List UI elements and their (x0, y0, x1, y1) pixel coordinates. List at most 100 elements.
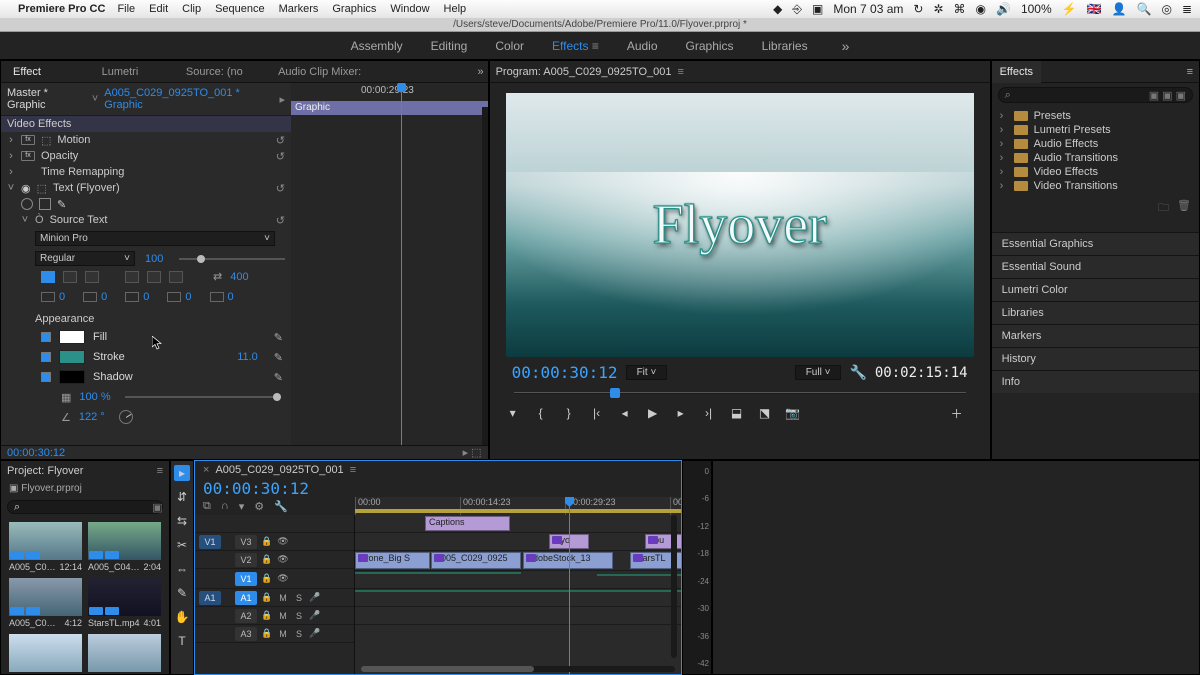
bin-item[interactable] (88, 634, 161, 672)
bin-item[interactable]: A005_C0…4:12 (9, 578, 82, 628)
reset-icon[interactable]: ↺ (276, 214, 285, 227)
menubar-extra-icon[interactable]: ◉ (976, 2, 986, 16)
target-v2[interactable]: V2 (235, 553, 257, 567)
workspace-libraries[interactable]: Libraries (762, 39, 808, 53)
fill-color-swatch[interactable] (59, 330, 85, 344)
timeline-hscrollbar[interactable] (361, 666, 675, 672)
shadow-color-swatch[interactable] (59, 370, 85, 384)
workspace-editing[interactable]: Editing (431, 39, 468, 53)
workspace-graphics[interactable]: Graphics (686, 39, 734, 53)
align-center-icon[interactable] (63, 271, 77, 283)
menu-window[interactable]: Window (390, 3, 429, 15)
clip-video[interactable]: A005_C029_0925 (431, 552, 521, 569)
battery-icon[interactable]: ⚡ (1062, 2, 1077, 16)
align-left-icon[interactable] (41, 271, 55, 283)
align-right-icon[interactable] (85, 271, 99, 283)
voiceover-icon[interactable]: 🎤 (309, 592, 321, 603)
workspace-assembly[interactable]: Assembly (351, 39, 403, 53)
sequence-tab[interactable]: A005_C029_0925TO_001 (215, 464, 343, 476)
panel-history[interactable]: History (992, 347, 1199, 370)
panel-lumetri-color[interactable]: Lumetri Color (992, 278, 1199, 301)
tab-audio-clip-mixer[interactable]: Audio Clip Mixer: A005_C029_0925TO_001 (270, 61, 471, 83)
panel-menu-icon[interactable]: ≡ (1187, 66, 1193, 78)
button-editor-icon[interactable]: ＋ (950, 406, 964, 420)
panel-info[interactable]: Info (992, 370, 1199, 393)
program-canvas[interactable]: Flyover (506, 93, 974, 357)
export-frame-icon[interactable]: 📷 (786, 406, 800, 420)
target-a3[interactable]: A3 (235, 627, 257, 641)
settings-wrench-icon[interactable]: 🔧 (849, 364, 866, 381)
bin-item[interactable]: StarsTL.mp44:01 (88, 578, 161, 628)
program-current-tc[interactable]: 00:00:30:12 (512, 363, 618, 382)
tool-pen[interactable]: ✎ (174, 585, 190, 601)
menu-graphics[interactable]: Graphics (332, 3, 376, 15)
metric-1[interactable]: 0 (59, 291, 65, 303)
tab-program[interactable]: Program: A005_C029_0925TO_001 (496, 66, 672, 78)
menu-markers[interactable]: Markers (279, 3, 319, 15)
eyedropper-icon[interactable]: ✎ (274, 371, 283, 384)
mask-pen-icon[interactable]: ✎ (57, 198, 66, 211)
go-to-out-icon[interactable]: ›| (702, 406, 716, 420)
reset-icon[interactable]: ↺ (276, 150, 285, 163)
tabs-overflow-icon[interactable]: » (477, 66, 483, 78)
menubar-clock[interactable]: Mon 7 03 am (833, 2, 903, 16)
lock-icon[interactable]: 🔒 (261, 536, 273, 547)
reset-icon[interactable]: ↺ (276, 134, 285, 147)
battery-percent[interactable]: 100% (1021, 2, 1052, 16)
sequence-clip-link[interactable]: A005_C029_0925TO_001 * Graphic (104, 87, 273, 111)
metric-3[interactable]: 0 (143, 291, 149, 303)
tracking-value[interactable]: 400 (230, 271, 248, 283)
shadow-opacity-value[interactable]: 100 % (79, 391, 110, 403)
lift-icon[interactable]: ⬓ (730, 406, 744, 420)
reset-icon[interactable]: ↺ (276, 182, 285, 195)
ec-mini-timeline[interactable]: 00:00:29:23 Graphic (291, 83, 488, 459)
project-search-input[interactable] (20, 502, 152, 513)
target-a1[interactable]: A1 (235, 591, 257, 605)
resolution-select[interactable]: Full ˅ (795, 365, 842, 380)
user-icon[interactable]: 👤 (1112, 2, 1127, 16)
clip-video[interactable]: AdobeStock_13 (523, 552, 613, 569)
clip-video[interactable]: Drone_Big S (355, 552, 430, 569)
tool-selection[interactable]: ▸ (174, 465, 190, 481)
spotlight-icon[interactable]: 🔍 (1137, 2, 1152, 16)
mask-ellipse-icon[interactable] (21, 198, 33, 210)
src-v1[interactable]: V1 (199, 535, 221, 549)
workspace-effects[interactable]: Effects ≡ (552, 39, 599, 53)
master-clip-label[interactable]: Master * Graphic (7, 87, 86, 111)
target-v1[interactable]: V1 (235, 572, 257, 586)
tab-effects[interactable]: Effects (992, 61, 1041, 83)
time-ruler[interactable]: 00:00 00:00:14:23 00:00:29:23 00:00:44:2… (355, 497, 681, 515)
font-size-value[interactable]: 100 (145, 253, 163, 265)
align-top-icon[interactable] (125, 271, 139, 283)
add-marker-icon[interactable]: ▾ (506, 406, 520, 420)
play-icon[interactable]: ▶ (646, 406, 660, 420)
volume-icon[interactable]: 🔊 (996, 2, 1011, 16)
eyedropper-icon[interactable]: ✎ (274, 331, 283, 344)
tool-type[interactable]: T (174, 633, 190, 649)
menu-clip[interactable]: Clip (182, 3, 201, 15)
folder-video-effects[interactable]: ›Video Effects (992, 165, 1199, 179)
panel-menu-icon[interactable]: ≡ (157, 465, 163, 477)
tab-project[interactable]: Project: Flyover (7, 465, 83, 477)
angle-dial[interactable] (119, 410, 133, 424)
folder-presets[interactable]: ›Presets (992, 109, 1199, 123)
stroke-color-swatch[interactable] (59, 350, 85, 364)
filter-icon[interactable]: ▣ (152, 501, 162, 514)
stroke-enabled-checkbox[interactable] (41, 352, 51, 362)
font-size-slider[interactable] (179, 258, 285, 260)
menubar-extra-icon[interactable]: ◎ (1161, 2, 1171, 16)
shadow-enabled-checkbox[interactable] (41, 372, 51, 382)
timeline-playhead[interactable] (569, 497, 570, 674)
panel-markers[interactable]: Markers (992, 324, 1199, 347)
workspace-color[interactable]: Color (495, 39, 524, 53)
panel-essential-sound[interactable]: Essential Sound (992, 255, 1199, 278)
step-back-icon[interactable]: ◂ (618, 406, 632, 420)
workspace-overflow-icon[interactable]: » (842, 38, 850, 54)
ec-vscrollbar[interactable] (482, 107, 488, 445)
font-style-select[interactable]: Regular˅ (35, 251, 135, 266)
font-family-select[interactable]: Minion Pro˅ (35, 231, 275, 246)
bluetooth-icon[interactable]: ✲ (933, 2, 943, 16)
new-bin-icon[interactable]: 🗀 (1158, 199, 1169, 218)
panel-essential-graphics[interactable]: Essential Graphics (992, 232, 1199, 255)
ec-footer-timecode[interactable]: 00:00:30:12 (7, 447, 65, 459)
